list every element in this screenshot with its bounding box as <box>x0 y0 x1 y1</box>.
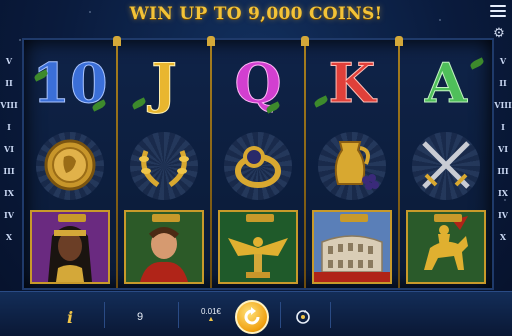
caesar-icon <box>140 227 188 282</box>
portrait-nameplate <box>434 214 462 222</box>
symbol-10: 10 <box>24 42 116 124</box>
portrait-frame <box>312 210 392 284</box>
payline-marker[interactable]: VI <box>2 138 16 160</box>
portrait-nameplate <box>152 214 180 222</box>
symbol-laurel-wreath <box>118 124 210 206</box>
letter-a: A <box>425 51 468 115</box>
symbol-golden-eagle-portrait <box>212 206 304 288</box>
payline-indicators-left: V II VIII I VI III IX IV X <box>0 50 17 250</box>
leaf-icon <box>313 95 329 108</box>
payline-marker[interactable]: IX <box>2 182 16 204</box>
symbol-j: J <box>118 42 210 124</box>
symbol-gold-coin <box>24 124 116 206</box>
portrait-frame <box>406 210 486 284</box>
portrait-nameplate <box>246 214 274 222</box>
menu-icon[interactable] <box>490 5 506 19</box>
payline-marker[interactable]: IX <box>496 182 510 204</box>
lines-value[interactable]: 9 <box>128 306 152 328</box>
win-banner: WIN UP TO 9,000 COINS! <box>129 4 383 24</box>
colosseum-icon <box>314 235 390 282</box>
payline-marker[interactable]: X <box>2 226 16 248</box>
reel-3: Q <box>212 40 304 288</box>
control-divider <box>330 302 331 328</box>
info-button[interactable]: i <box>60 306 80 328</box>
bet-selector[interactable]: 0.01€ ▲ <box>196 304 226 326</box>
payline-marker[interactable]: V <box>2 50 16 72</box>
payline-marker[interactable]: IV <box>2 204 16 226</box>
portrait-nameplate <box>340 214 368 222</box>
cleopatra-icon <box>48 226 92 282</box>
payline-marker[interactable]: V <box>496 50 510 72</box>
autoplay-button[interactable] <box>294 306 312 328</box>
symbol-golden-horseman-portrait <box>400 206 492 288</box>
letter-k: K <box>328 51 376 115</box>
symbol-caesar-portrait <box>118 206 210 288</box>
spin-button[interactable] <box>235 300 269 334</box>
spin-arrow-icon <box>244 307 260 325</box>
symbol-q: Q <box>212 42 304 124</box>
bet-increase-icon[interactable]: ▲ <box>208 316 215 324</box>
payline-marker[interactable]: III <box>496 160 510 182</box>
symbol-colosseum-portrait <box>306 206 398 288</box>
payline-marker[interactable]: I <box>2 116 16 138</box>
bet-value: 0.01€ <box>200 306 222 316</box>
reel-5: A <box>400 40 492 288</box>
portrait-nameplate <box>58 214 86 222</box>
symbol-cleopatra-portrait <box>24 206 116 288</box>
golden-horseman-icon <box>424 216 468 270</box>
payline-marker[interactable]: VIII <box>494 94 511 116</box>
payline-marker[interactable]: X <box>496 226 510 248</box>
payline-marker[interactable]: III <box>2 160 16 182</box>
payline-marker[interactable]: VI <box>496 138 510 160</box>
letter-j: J <box>151 51 178 115</box>
payline-marker[interactable]: VIII <box>0 94 17 116</box>
reel-4: K <box>306 40 398 288</box>
leaf-icon <box>469 57 485 70</box>
payline-indicators-right: V II VIII I VI III IX IV X <box>494 50 511 250</box>
golden-eagle-icon <box>228 237 288 278</box>
portrait-frame <box>124 210 204 284</box>
leaf-icon <box>131 97 147 110</box>
payline-marker[interactable]: II <box>2 72 16 94</box>
gold-ring-icon <box>235 146 281 188</box>
symbol-gold-ring <box>212 124 304 206</box>
symbol-k: K <box>306 42 398 124</box>
control-divider <box>104 302 105 328</box>
reel-area: 10 J Q K A <box>22 36 494 290</box>
payline-marker[interactable]: II <box>496 72 510 94</box>
payline-marker[interactable]: IV <box>496 204 510 226</box>
control-divider <box>280 302 281 328</box>
reel-2: J <box>118 40 210 288</box>
payline-marker[interactable]: I <box>496 116 510 138</box>
portrait-frame <box>30 210 110 284</box>
autoplay-icon <box>296 310 310 324</box>
gold-coin-icon <box>44 139 96 191</box>
laurel-wreath-icon <box>139 150 189 188</box>
crossed-swords-icon <box>422 141 470 189</box>
symbol-crossed-swords <box>400 124 492 206</box>
wine-jug-icon <box>334 141 379 190</box>
reel-1: 10 <box>24 40 116 288</box>
control-divider <box>178 302 179 328</box>
portrait-frame <box>218 210 298 284</box>
symbol-wine-jug <box>306 124 398 206</box>
symbol-a: A <box>400 42 492 124</box>
settings-gear-icon[interactable]: ⚙ <box>492 26 506 40</box>
